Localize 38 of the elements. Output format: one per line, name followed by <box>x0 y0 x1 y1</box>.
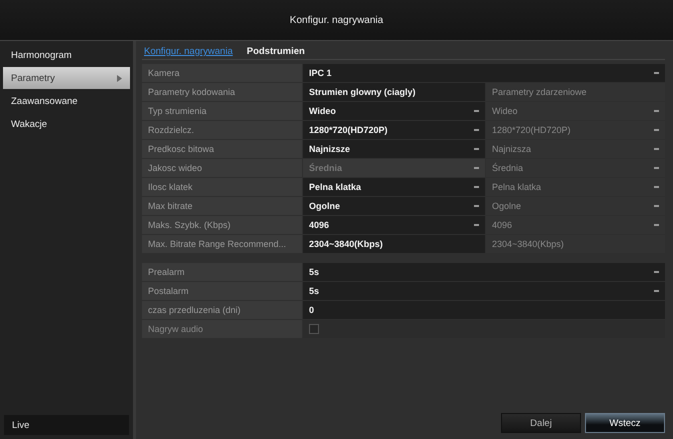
field-label: Rozdzielcz. <box>142 121 302 139</box>
dropdown[interactable]: Najnizsze <box>303 140 485 158</box>
dropdown[interactable]: 4096 <box>303 216 485 234</box>
field-label: czas przedluzenia (dni) <box>142 301 302 319</box>
sidebar-item[interactable]: Zaawansowane <box>3 90 130 112</box>
field-label: Ilosc klatek <box>142 178 302 196</box>
field-label: Max bitrate <box>142 197 302 215</box>
field-label: Predkosc bitowa <box>142 140 302 158</box>
field-label: Parametry kodowania <box>142 83 302 101</box>
dropdown[interactable]: 1280*720(HD720P) <box>303 121 485 139</box>
live-button[interactable]: Live <box>4 415 129 435</box>
input-field[interactable]: 0 <box>303 301 665 319</box>
window-title: Konfigur. nagrywania <box>290 14 384 26</box>
field-label: Prealarm <box>142 263 302 281</box>
dropdown[interactable]: Wideo <box>303 102 485 120</box>
value-text: Strumien glowny (ciagly) <box>303 83 485 101</box>
field-label: Nagryw audio <box>142 320 302 338</box>
field-label: Postalarm <box>142 282 302 300</box>
checkbox[interactable] <box>309 324 319 334</box>
sidebar-item[interactable]: Parametry <box>3 67 130 89</box>
field-label: Jakosc wideo <box>142 159 302 177</box>
tab[interactable]: Podstrumien <box>244 46 307 59</box>
dropdown[interactable]: Pelna klatka <box>303 178 485 196</box>
field-label: Max. Bitrate Range Recommend... <box>142 235 302 253</box>
camera-dropdown[interactable]: IPC 1 <box>303 64 665 82</box>
dropdown[interactable]: 5s <box>303 282 665 300</box>
sidebar-item[interactable]: Harmonogram <box>3 44 130 66</box>
sidebar-item[interactable]: Wakacje <box>3 113 130 135</box>
field-label: Typ strumienia <box>142 102 302 120</box>
field-label: Maks. Szybk. (Kbps) <box>142 216 302 234</box>
chevron-right-icon <box>117 74 122 82</box>
tab[interactable]: Konfigur. nagrywania <box>142 46 235 59</box>
nav-button[interactable]: Wstecz <box>585 413 665 433</box>
nav-button[interactable]: Dalej <box>501 413 581 433</box>
field-label: Kamera <box>142 64 302 82</box>
dropdown[interactable]: Ogolne <box>303 197 485 215</box>
dropdown[interactable]: 5s <box>303 263 665 281</box>
value-text: 2304~3840(Kbps) <box>303 235 485 253</box>
